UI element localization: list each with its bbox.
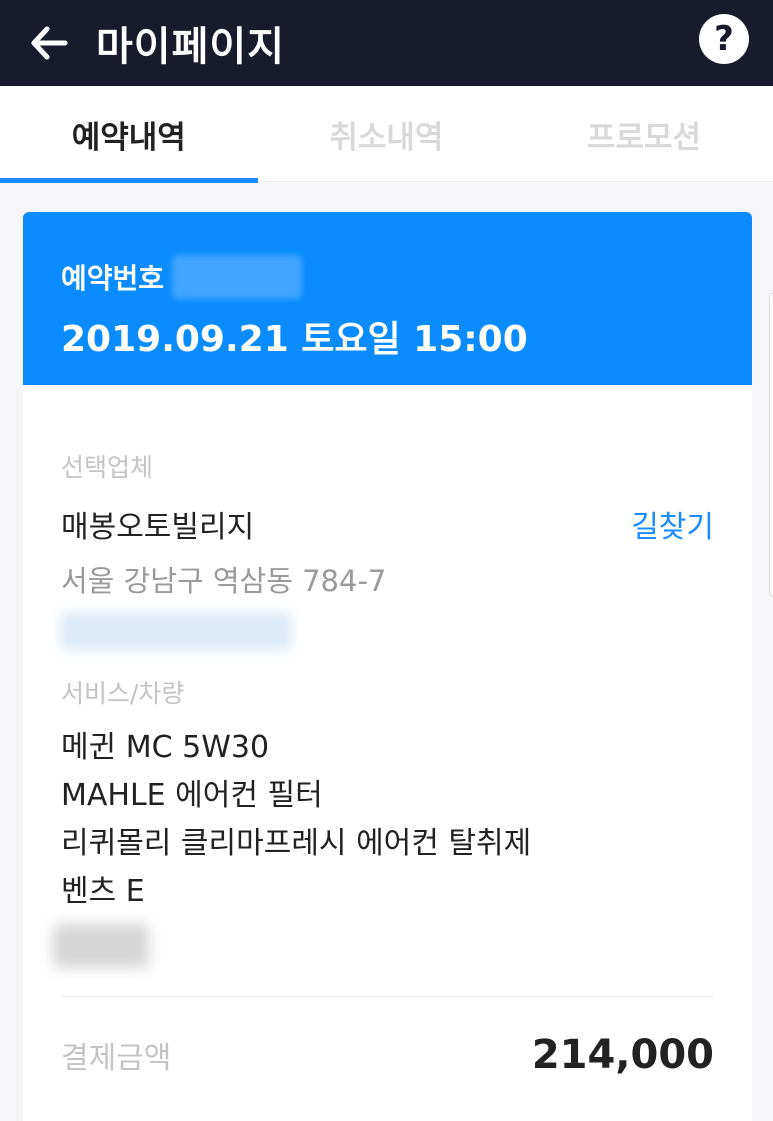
shop-name: 매봉오토빌리지 (61, 510, 255, 545)
service-item-filter: MAHLE 에어컨 필터 (61, 778, 323, 813)
directions-link[interactable]: 길찾기 (631, 502, 714, 546)
service-section: 서비스/차량 메귄 MC 5W30 MAHLE 에어컨 필터 리퀴몰리 클리마프… (53, 674, 714, 972)
shop-section: 선택업체 매봉오토빌리지 길찾기 서울 강남구 역삼동 784-7 (61, 448, 714, 654)
service-section-label: 서비스/차량 (61, 679, 185, 708)
shop-phone-redacted (61, 612, 291, 650)
service-item-oil: 메귄 MC 5W30 (61, 730, 270, 765)
vehicle-plate-redacted (53, 924, 149, 968)
tab-reservations[interactable]: 예약내역 (0, 86, 258, 183)
tab-bar: 예약내역 취소내역 프로모션 (0, 86, 773, 183)
page-title: 마이페이지 (96, 24, 285, 70)
service-list: 메귄 MC 5W30 MAHLE 에어컨 필터 리퀴몰리 클리마프레시 에어컨 … (61, 724, 714, 916)
reservation-card: 예약번호 2019.09.21 토요일 15:00 선택업체 매봉오토빌리지 길… (23, 212, 752, 1121)
reservation-card-header: 예약번호 2019.09.21 토요일 15:00 (23, 212, 752, 385)
service-item-deodorizer: 리퀴몰리 클리마프레시 에어컨 탈취제 (61, 826, 532, 861)
shop-section-label: 선택업체 (61, 453, 154, 482)
reservation-datetime: 2019.09.21 토요일 15:00 (61, 319, 528, 360)
divider (61, 996, 714, 997)
top-app-bar: 마이페이지 ? (0, 0, 773, 86)
back-button[interactable] (14, 0, 84, 86)
reservation-number-redacted (172, 255, 303, 299)
payment-row: 결제금액 214,000 (61, 1032, 714, 1078)
payment-amount: 214,000 (531, 1032, 714, 1078)
help-button[interactable]: ? (699, 14, 749, 64)
reservation-number-row: 예약번호 (61, 255, 752, 299)
tab-cancellations[interactable]: 취소내역 (258, 86, 516, 182)
reservation-number-label: 예약번호 (61, 262, 165, 295)
tab-promotions[interactable]: 프로모션 (515, 86, 773, 182)
payment-label: 결제금액 (61, 1041, 172, 1076)
vehicle-model: 벤츠 E (61, 874, 145, 909)
arrow-left-icon (31, 26, 68, 60)
shop-address: 서울 강남구 역삼동 784-7 (61, 564, 387, 598)
next-card-edge[interactable] (769, 292, 773, 598)
question-mark-icon: ? (714, 19, 734, 59)
shop-name-row: 매봉오토빌리지 길찾기 (61, 502, 714, 546)
